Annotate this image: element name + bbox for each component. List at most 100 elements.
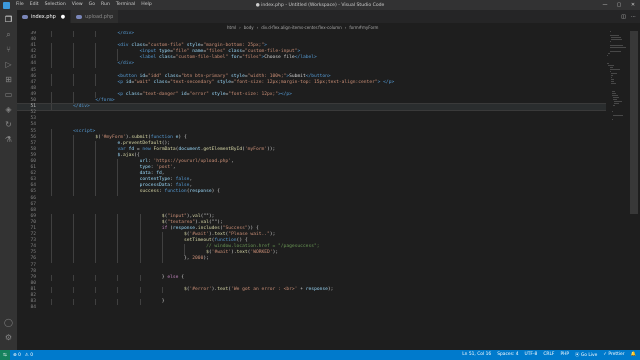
minimap-line	[610, 83, 617, 84]
code-token: +	[297, 286, 306, 292]
menu-item-go[interactable]: Go	[86, 0, 98, 10]
indentation[interactable]: Spaces: 4	[497, 352, 518, 358]
code-token: text	[217, 286, 229, 292]
code-token: '#wait'	[211, 250, 232, 256]
breadcrumb-item[interactable]: html	[227, 25, 236, 30]
code-token: "idd"	[147, 73, 162, 79]
code-token: "margin-bottom: 25px;"	[203, 43, 265, 49]
close-window-button[interactable]: ✕	[626, 0, 640, 10]
code-token: '#error'	[189, 286, 212, 292]
code-token: val	[200, 219, 209, 225]
code-token: );	[203, 256, 209, 262]
tab-index-php[interactable]: index.php ●	[17, 10, 72, 23]
breadcrumb-item[interactable]: div.d-flex.align-items-center.flex-colum…	[261, 25, 341, 30]
minimap-line	[613, 115, 623, 116]
encoding[interactable]: UTF-8	[525, 352, 538, 358]
minimap-line	[610, 77, 613, 78]
run-debug-icon[interactable]: ▷	[4, 60, 13, 69]
code-token: "file"	[172, 49, 190, 55]
testing-icon[interactable]: ⚗	[4, 135, 13, 144]
code-token: response	[189, 189, 212, 195]
code-token: "custom-file-input"	[244, 49, 298, 55]
menu-item-run[interactable]: Run	[98, 0, 113, 10]
code-token: "btn btn-primary"	[181, 73, 229, 79]
menu-item-edit[interactable]: Edit	[27, 0, 42, 10]
breadcrumb-item[interactable]: form#myForm	[349, 25, 378, 30]
code-token: style	[211, 91, 226, 97]
code-token: </form>	[95, 98, 115, 104]
settings-gear-icon[interactable]: ⚙	[4, 333, 13, 342]
cursor-position[interactable]: Ln 51, Col 16	[462, 352, 491, 358]
code-token: <div	[117, 43, 132, 49]
menu-item-help[interactable]: Help	[138, 0, 154, 10]
code-token: >	[264, 43, 267, 49]
chevron-right-icon: ›	[344, 24, 347, 30]
menu-item-selection[interactable]: Selection	[42, 0, 69, 10]
docker-icon[interactable]: ◈	[4, 105, 13, 114]
code-token: Submit	[289, 73, 306, 79]
minimap-line	[609, 69, 620, 70]
notifications-bell-icon[interactable]: 🔔	[631, 352, 636, 358]
menu-item-terminal[interactable]: Terminal	[113, 0, 138, 10]
extensions-icon[interactable]: ⊞	[4, 75, 13, 84]
line-number: 84	[30, 305, 36, 311]
code-token: style	[231, 73, 245, 79]
warnings-count[interactable]: ⚠ 0	[25, 353, 33, 358]
code-token: preventDefault	[123, 140, 162, 146]
code-token: "custom-file"	[147, 43, 184, 49]
tab-upload-php[interactable]: upload.php	[71, 10, 120, 23]
code-token: "textarea"	[167, 219, 196, 225]
menu-bar: File Edit Selection View Go Run Terminal Help	[13, 0, 155, 10]
search-icon[interactable]: ⌕	[4, 30, 13, 39]
code-token: "Success"	[222, 226, 248, 231]
code-token: url	[139, 158, 148, 164]
account-icon[interactable]: ◯	[4, 318, 13, 327]
code-token: class	[164, 73, 179, 79]
code-token: <p	[117, 91, 126, 97]
code-token: 'myForm'	[244, 146, 268, 152]
split-editor-icon[interactable]: ◫	[621, 14, 626, 20]
minimap-line	[612, 95, 619, 96]
prettier-status[interactable]: ✓ Prettier	[603, 352, 624, 358]
vertical-scrollbar[interactable]	[628, 31, 640, 350]
code-token: <label	[139, 55, 159, 61]
code-token: false	[175, 177, 190, 183]
code-token: "Please wait.."	[228, 232, 270, 238]
code-token: function	[214, 238, 237, 244]
errors-count[interactable]: ⊗ 0	[13, 353, 21, 358]
line-endings[interactable]: CRLF	[543, 352, 554, 358]
code-token: "text-secondary"	[170, 79, 215, 85]
minimize-button[interactable]: —	[598, 0, 612, 10]
language-mode[interactable]: PHP	[560, 352, 569, 358]
source-control-icon[interactable]: ⑂	[4, 45, 13, 54]
minimap-line	[609, 41, 611, 42]
code-token: contentType	[139, 177, 171, 183]
code-token: else	[167, 274, 179, 280]
go-live-button[interactable]: ⦿ Go Live	[575, 352, 597, 358]
scrollbar-thumb[interactable]	[630, 31, 638, 214]
code-editor[interactable]: 39 </div> 40 41 <div class="custom-file" sty…	[17, 31, 628, 350]
minimap-line	[612, 93, 616, 94]
code-token: style	[217, 79, 232, 85]
menu-item-file[interactable]: File	[13, 0, 27, 10]
unsaved-dot-icon[interactable]: ●	[61, 14, 65, 20]
code-token: val	[192, 213, 201, 219]
maximize-button[interactable]: ▢	[612, 0, 626, 10]
editor-actions: ◫ ⋯	[621, 10, 640, 23]
remote-indicator-icon[interactable]: ⇆	[0, 350, 10, 360]
code-token: );	[272, 250, 279, 256]
code-token: );	[269, 232, 276, 238]
code-token: >	[297, 49, 301, 55]
code-token: "width: 100%;"	[247, 73, 287, 79]
live-share-icon[interactable]: ↻	[4, 120, 13, 129]
explorer-icon[interactable]: ❐	[4, 15, 13, 24]
code-line[interactable]: 84	[17, 305, 628, 311]
minimap[interactable]	[606, 31, 628, 350]
breadcrumb-item[interactable]: body	[244, 25, 254, 30]
code-token: );	[327, 286, 334, 292]
remote-explorer-icon[interactable]: ▭	[4, 90, 13, 99]
code-token: "text-danger"	[142, 91, 179, 97]
menu-item-view[interactable]: View	[69, 0, 86, 10]
minimap-line	[610, 39, 623, 40]
more-actions-icon[interactable]: ⋯	[631, 14, 636, 20]
